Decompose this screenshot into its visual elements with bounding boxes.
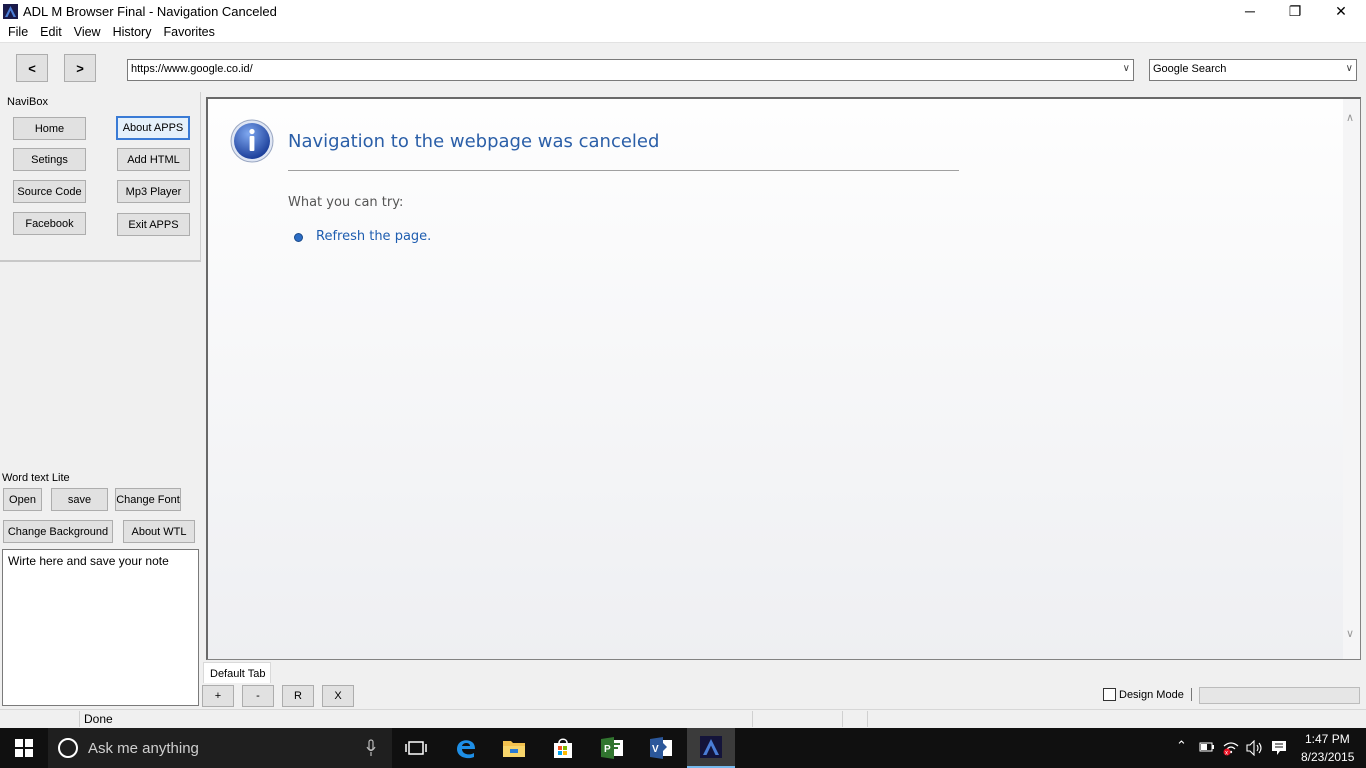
change-background-button[interactable]: Change Background — [3, 520, 113, 543]
toolbar: < > https://www.google.co.id/ ∨ Google S… — [0, 42, 1366, 92]
refresh-page-link[interactable]: Refresh the page. — [316, 229, 431, 244]
source-code-button[interactable]: Source Code — [13, 180, 86, 203]
close-button[interactable]: ✕ — [1318, 0, 1364, 22]
facebook-button[interactable]: Facebook — [13, 212, 86, 235]
edge-icon[interactable] — [442, 728, 490, 768]
status-bar — [0, 709, 1366, 728]
search-engine-select[interactable]: Google Search ∨ — [1149, 59, 1357, 81]
menu-history[interactable]: History — [107, 22, 158, 42]
mp3-player-button[interactable]: Mp3 Player — [117, 180, 190, 203]
url-combobox[interactable]: https://www.google.co.id/ ∨ — [127, 59, 1134, 81]
info-icon — [230, 119, 274, 163]
file-explorer-icon[interactable] — [490, 728, 538, 768]
menu-file[interactable]: File — [2, 22, 34, 42]
save-button[interactable]: save — [51, 488, 108, 511]
status-text: Done — [84, 712, 113, 726]
status-separator — [842, 711, 843, 727]
exit-apps-button[interactable]: Exit APPS — [117, 213, 190, 236]
window-title: ADL M Browser Final - Navigation Cancele… — [23, 4, 277, 19]
visio-icon[interactable]: V — [637, 728, 685, 768]
start-button[interactable] — [0, 728, 48, 768]
bullet-icon — [294, 233, 303, 242]
add-html-button[interactable]: Add HTML — [117, 148, 190, 171]
scroll-up-icon[interactable]: ∧ — [1346, 111, 1354, 124]
browser-view[interactable]: ∧ ∨ Navigation to the webpage was cancel… — [206, 97, 1361, 660]
status-separator — [752, 711, 753, 727]
microphone-icon[interactable] — [366, 739, 376, 757]
chevron-down-icon[interactable]: ∨ — [1346, 63, 1353, 74]
action-center-icon[interactable] — [1271, 740, 1287, 759]
svg-text:P: P — [604, 744, 611, 755]
minimize-button[interactable]: ─ — [1227, 0, 1273, 22]
about-apps-button[interactable]: About APPS — [116, 116, 190, 140]
forward-button[interactable]: > — [64, 54, 96, 82]
svg-text:V: V — [652, 744, 659, 755]
refresh-button[interactable]: R — [282, 685, 314, 707]
clock-date[interactable]: 8/23/2015 — [1301, 750, 1354, 764]
project-icon[interactable]: P — [588, 728, 636, 768]
restore-button[interactable]: ❐ — [1272, 0, 1318, 22]
page-background — [208, 99, 1345, 659]
search-engine-text: Google Search — [1153, 63, 1227, 75]
tab-default[interactable]: Default Tab — [203, 662, 271, 683]
divider — [288, 170, 959, 171]
page-title: Navigation to the webpage was canceled — [288, 131, 660, 152]
store-icon[interactable] — [539, 728, 587, 768]
url-text: https://www.google.co.id/ — [131, 63, 253, 75]
word-text-lite-label: Word text Lite — [2, 472, 70, 484]
note-textarea[interactable]: Wirte here and save your note — [2, 549, 199, 706]
menu-view[interactable]: View — [68, 22, 107, 42]
navibox-label: NaviBox — [7, 96, 48, 108]
menu-favorites[interactable]: Favorites — [157, 22, 220, 42]
windows-logo-icon — [15, 739, 33, 757]
svg-text:x: x — [1225, 751, 1228, 757]
battery-icon[interactable] — [1199, 741, 1215, 756]
separator — [1191, 688, 1192, 701]
back-button[interactable]: < — [16, 54, 48, 82]
vertical-scrollbar[interactable]: ∧ ∨ — [1343, 99, 1360, 659]
app-logo-icon — [3, 4, 18, 19]
try-label: What you can try: — [288, 195, 404, 210]
change-font-button[interactable]: Change Font — [115, 488, 181, 511]
open-button[interactable]: Open — [3, 488, 42, 511]
status-separator — [79, 711, 80, 727]
adl-browser-icon[interactable] — [687, 728, 735, 768]
cortana-icon — [58, 738, 78, 758]
task-view-icon[interactable] — [392, 728, 440, 768]
network-icon[interactable]: x — [1222, 740, 1240, 759]
scroll-down-icon[interactable]: ∨ — [1346, 627, 1354, 640]
volume-icon[interactable] — [1246, 739, 1264, 759]
settings-button[interactable]: Setings — [13, 148, 86, 171]
progress-bar — [1199, 687, 1360, 704]
design-mode-label: Design Mode — [1119, 689, 1184, 701]
close-tab-button[interactable]: X — [322, 685, 354, 707]
about-wtl-button[interactable]: About WTL — [123, 520, 195, 543]
search-placeholder: Ask me anything — [88, 740, 199, 757]
add-tab-button[interactable]: + — [202, 685, 234, 707]
show-hidden-icons-icon[interactable]: ⌃ — [1176, 738, 1187, 754]
menu-bar: File Edit View History Favorites — [0, 22, 1366, 42]
menu-edit[interactable]: Edit — [34, 22, 68, 42]
design-mode-checkbox[interactable] — [1103, 688, 1116, 701]
status-separator — [867, 711, 868, 727]
clock-time[interactable]: 1:47 PM — [1305, 732, 1350, 746]
remove-tab-button[interactable]: - — [242, 685, 274, 707]
home-button[interactable]: Home — [13, 117, 86, 140]
chevron-down-icon[interactable]: ∨ — [1123, 63, 1130, 74]
